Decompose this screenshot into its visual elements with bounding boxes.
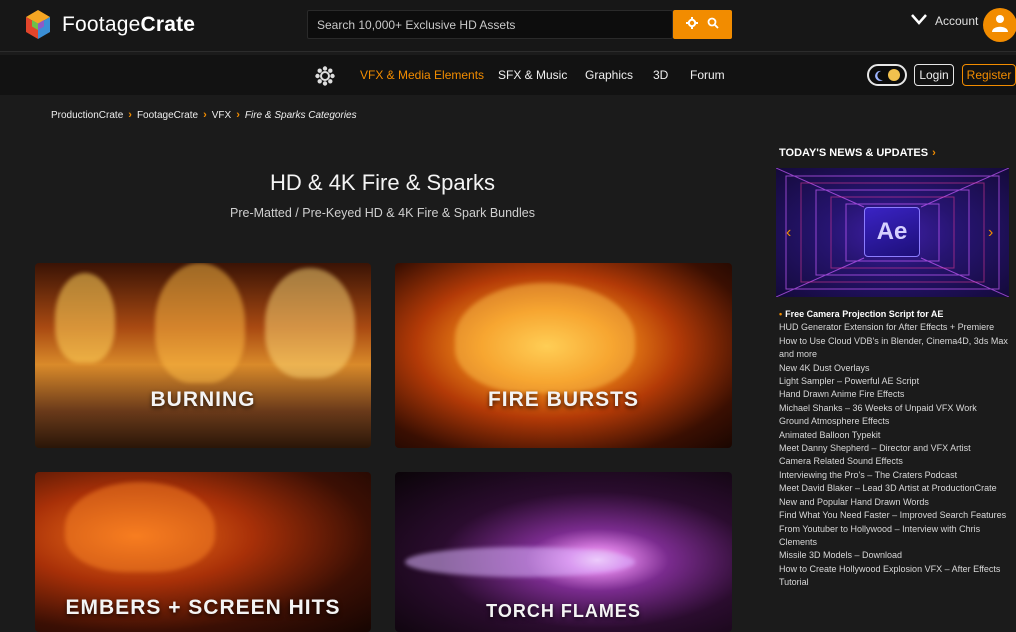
flame-decoration — [65, 482, 215, 572]
register-button[interactable]: Register — [962, 64, 1016, 86]
moon-icon — [874, 69, 884, 87]
brand-name-light: Footage — [62, 13, 141, 36]
chevron-right-icon: › — [932, 147, 936, 159]
breadcrumb-chevron-icon: › — [236, 109, 240, 121]
page-subtitle: Pre-Matted / Pre-Keyed HD & 4K Fire & Sp… — [230, 206, 535, 220]
news-item[interactable]: How to Create Hollywood Explosion VFX – … — [779, 563, 1009, 590]
top-header: FootageCrate Account — [0, 0, 1016, 52]
news-item[interactable]: Find What You Need Faster – Improved Sea… — [779, 509, 1009, 522]
news-item[interactable]: Michael Shanks – 36 Weeks of Unpaid VFX … — [779, 402, 1009, 415]
nav-item-vfx[interactable]: VFX & Media Elements — [360, 68, 484, 82]
search-icon[interactable] — [707, 16, 719, 34]
news-list: • Free Camera Projection Script for AE HU… — [779, 308, 1009, 590]
user-avatar[interactable] — [983, 8, 1016, 42]
login-button[interactable]: Login — [914, 64, 954, 86]
tile-label: BURNING — [150, 388, 256, 411]
breadcrumb: ProductionCrate › FootageCrate › VFX › F… — [51, 109, 357, 121]
breadcrumb-chevron-icon: › — [203, 109, 207, 121]
category-tile-torch-flames[interactable]: TORCH FLAMES — [395, 472, 732, 632]
category-tile-embers[interactable]: EMBERS + SCREEN HITS — [35, 472, 371, 632]
news-item[interactable]: Camera Related Sound Effects — [779, 455, 1009, 468]
search-button-group[interactable] — [673, 10, 732, 39]
news-item[interactable]: New and Popular Hand Drawn Words — [779, 496, 1009, 509]
toggle-knob — [888, 69, 900, 81]
news-item[interactable]: From Youtuber to Hollywood – Interview w… — [779, 523, 1009, 550]
brand-name-bold: Crate — [140, 13, 196, 36]
search-box[interactable] — [307, 10, 673, 39]
breadcrumb-item[interactable]: ProductionCrate — [51, 110, 123, 121]
flame-decoration — [155, 263, 245, 383]
category-tile-burning[interactable]: BURNING — [35, 263, 371, 448]
chevron-right-icon[interactable]: › — [988, 224, 993, 242]
news-item[interactable]: • Free Camera Projection Script for AE — [779, 308, 1009, 321]
page-title: HD & 4K Fire & Sparks — [270, 170, 495, 195]
news-item[interactable]: Meet Danny Shepherd – Director and VFX A… — [779, 442, 1009, 455]
news-heading[interactable]: TODAY'S NEWS & UPDATES › — [779, 147, 936, 159]
tile-label: EMBERS + SCREEN HITS — [65, 596, 341, 619]
news-item[interactable]: HUD Generator Extension for After Effect… — [779, 321, 1009, 334]
bullet-icon: • — [779, 309, 783, 319]
cog-flower-icon[interactable] — [315, 66, 335, 91]
category-tile-fire-bursts[interactable]: FIRE BURSTS — [395, 263, 732, 448]
nav-item-graphics[interactable]: Graphics — [585, 68, 633, 82]
flame-decoration — [405, 547, 635, 577]
site-logo[interactable]: FootageCrate — [22, 9, 195, 41]
nav-item-sfx-music[interactable]: SFX & Music — [498, 68, 567, 82]
news-item[interactable]: New 4K Dust Overlays — [779, 362, 1009, 375]
flame-decoration — [455, 283, 635, 393]
flame-decoration — [265, 268, 355, 378]
dark-mode-toggle[interactable] — [867, 64, 907, 86]
search-input[interactable] — [308, 11, 672, 38]
breadcrumb-current: Fire & Sparks Categories — [244, 109, 357, 121]
news-item[interactable]: Missile 3D Models – Download — [779, 549, 1009, 562]
nav-item-3d[interactable]: 3D — [653, 68, 668, 82]
news-item[interactable]: Hand Drawn Anime Fire Effects — [779, 388, 1009, 401]
settings-gear-icon[interactable] — [685, 16, 698, 34]
breadcrumb-item[interactable]: FootageCrate — [137, 110, 198, 121]
breadcrumb-item[interactable]: VFX — [212, 110, 231, 121]
logo-cube-icon — [22, 9, 54, 41]
news-item[interactable]: Meet David Blaker – Lead 3D Artist at Pr… — [779, 482, 1009, 495]
user-icon — [992, 14, 1008, 37]
flame-decoration — [55, 273, 115, 363]
news-item[interactable]: Interviewing the Pro's – The Craters Pod… — [779, 469, 1009, 482]
tile-label: FIRE BURSTS — [487, 388, 639, 411]
news-item[interactable]: How to Use Cloud VDB's in Blender, Cinem… — [779, 335, 1009, 362]
account-menu[interactable]: Account — [911, 12, 978, 30]
after-effects-logo: Ae — [864, 207, 920, 257]
news-item[interactable]: Light Sampler – Powerful AE Script — [779, 375, 1009, 388]
breadcrumb-chevron-icon: › — [128, 109, 132, 121]
news-item[interactable]: Ground Atmosphere Effects — [779, 415, 1009, 428]
tile-label: TORCH FLAMES — [486, 601, 641, 621]
account-label: Account — [935, 14, 979, 28]
news-item[interactable]: Animated Balloon Typekit — [779, 429, 1009, 442]
nav-item-forum[interactable]: Forum — [690, 68, 725, 82]
main-navigation: VFX & Media Elements SFX & Music Graphic… — [0, 55, 1016, 95]
chevron-down-icon — [911, 12, 927, 30]
news-heading-text: TODAY'S NEWS & UPDATES — [779, 147, 929, 159]
chevron-left-icon[interactable]: ‹ — [786, 224, 791, 242]
